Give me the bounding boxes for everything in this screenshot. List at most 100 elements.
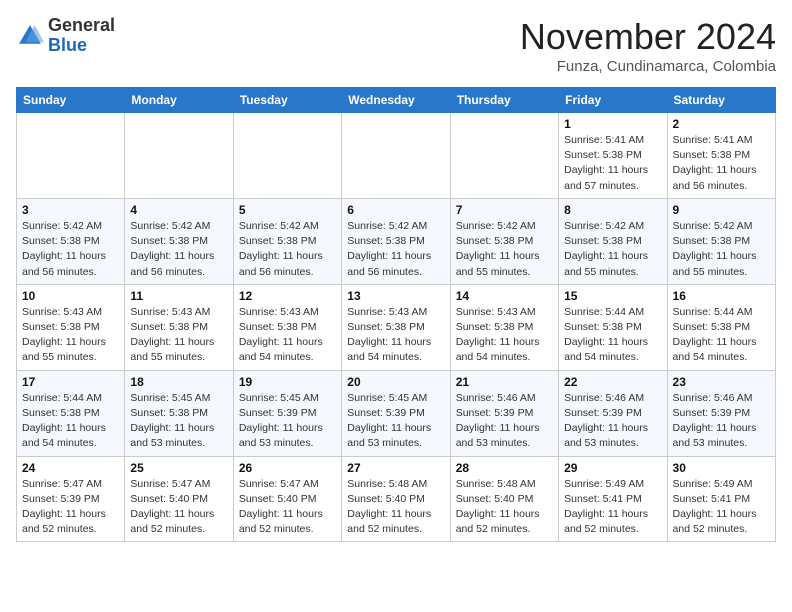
day-info: Sunrise: 5:42 AMSunset: 5:38 PMDaylight:… [564, 219, 661, 280]
day-number: 14 [456, 289, 553, 303]
day-info: Sunrise: 5:41 AMSunset: 5:38 PMDaylight:… [564, 133, 661, 194]
calendar-body: 1Sunrise: 5:41 AMSunset: 5:38 PMDaylight… [17, 113, 776, 542]
weekday-header-cell: Wednesday [342, 88, 450, 113]
day-info: Sunrise: 5:45 AMSunset: 5:39 PMDaylight:… [347, 391, 444, 452]
day-info: Sunrise: 5:47 AMSunset: 5:39 PMDaylight:… [22, 477, 119, 538]
calendar-cell: 13 Sunrise: 5:43 AMSunset: 5:38 PMDayligh… [342, 284, 450, 370]
day-info: Sunrise: 5:48 AMSunset: 5:40 PMDaylight:… [347, 477, 444, 538]
calendar-cell: 28Sunrise: 5:48 AMSunset: 5:40 PMDayligh… [450, 456, 558, 542]
day-number: 29 [564, 461, 661, 475]
location: Funza, Cundinamarca, Colombia [520, 58, 776, 75]
day-info: Sunrise: 5:43 AMSunset: 5:38 PMDaylight:… [347, 305, 444, 366]
calendar-cell: 11Sunrise: 5:43 AMSunset: 5:38 PMDayligh… [125, 284, 233, 370]
calendar-cell: 29 Sunrise: 5:49 AMSunset: 5:41 PMDayligh… [559, 456, 667, 542]
weekday-header-cell: Saturday [667, 88, 775, 113]
day-number: 30 [673, 461, 770, 475]
calendar-cell: 2Sunrise: 5:41 AMSunset: 5:38 PMDaylight… [667, 113, 775, 199]
calendar-cell: 10 Sunrise: 5:43 AMSunset: 5:38 PMDayligh… [17, 284, 125, 370]
calendar-cell: 12Sunrise: 5:43 AMSunset: 5:38 PMDayligh… [233, 284, 341, 370]
calendar-cell: 7 Sunrise: 5:42 AMSunset: 5:38 PMDaylight… [450, 198, 558, 284]
weekday-header-cell: Sunday [17, 88, 125, 113]
day-number: 4 [130, 203, 227, 217]
calendar-cell: 18 Sunrise: 5:45 AMSunset: 5:38 PMDayligh… [125, 370, 233, 456]
calendar-cell: 9 Sunrise: 5:42 AMSunset: 5:38 PMDaylight… [667, 198, 775, 284]
logo-text: General Blue [48, 16, 115, 56]
day-info: Sunrise: 5:43 AMSunset: 5:38 PMDaylight:… [22, 305, 119, 366]
calendar-cell: 14 Sunrise: 5:43 AMSunset: 5:38 PMDayligh… [450, 284, 558, 370]
day-info: Sunrise: 5:44 AMSunset: 5:38 PMDaylight:… [564, 305, 661, 366]
day-number: 12 [239, 289, 336, 303]
day-info: Sunrise: 5:49 AMSunset: 5:41 PMDaylight:… [564, 477, 661, 538]
calendar-cell: 4 Sunrise: 5:42 AMSunset: 5:38 PMDaylight… [125, 198, 233, 284]
calendar-cell: 19Sunrise: 5:45 AMSunset: 5:39 PMDayligh… [233, 370, 341, 456]
calendar-cell [450, 113, 558, 199]
weekday-header-cell: Friday [559, 88, 667, 113]
day-info: Sunrise: 5:47 AMSunset: 5:40 PMDaylight:… [130, 477, 227, 538]
logo: General Blue [16, 16, 115, 56]
day-number: 21 [456, 375, 553, 389]
day-number: 5 [239, 203, 336, 217]
calendar-week-row: 3 Sunrise: 5:42 AMSunset: 5:38 PMDaylight… [17, 198, 776, 284]
day-info: Sunrise: 5:44 AMSunset: 5:38 PMDaylight:… [22, 391, 119, 452]
calendar-cell: 26 Sunrise: 5:47 AMSunset: 5:40 PMDayligh… [233, 456, 341, 542]
calendar-cell: 25Sunrise: 5:47 AMSunset: 5:40 PMDayligh… [125, 456, 233, 542]
calendar-cell: 21 Sunrise: 5:46 AMSunset: 5:39 PMDayligh… [450, 370, 558, 456]
day-number: 6 [347, 203, 444, 217]
day-number: 10 [22, 289, 119, 303]
calendar-cell: 22Sunrise: 5:46 AMSunset: 5:39 PMDayligh… [559, 370, 667, 456]
calendar-cell: 20 Sunrise: 5:45 AMSunset: 5:39 PMDayligh… [342, 370, 450, 456]
calendar-cell: 27Sunrise: 5:48 AMSunset: 5:40 PMDayligh… [342, 456, 450, 542]
calendar-cell [125, 113, 233, 199]
day-info: Sunrise: 5:47 AMSunset: 5:40 PMDaylight:… [239, 477, 336, 538]
day-number: 9 [673, 203, 770, 217]
calendar-cell: 24 Sunrise: 5:47 AMSunset: 5:39 PMDayligh… [17, 456, 125, 542]
day-info: Sunrise: 5:42 AMSunset: 5:38 PMDaylight:… [673, 219, 770, 280]
calendar-cell [342, 113, 450, 199]
day-info: Sunrise: 5:42 AMSunset: 5:38 PMDaylight:… [130, 219, 227, 280]
day-info: Sunrise: 5:42 AMSunset: 5:38 PMDaylight:… [347, 219, 444, 280]
logo-icon [16, 22, 44, 50]
day-number: 20 [347, 375, 444, 389]
month-title: November 2024 [520, 16, 776, 58]
page-header: General Blue November 2024 Funza, Cundin… [16, 16, 776, 75]
day-info: Sunrise: 5:49 AMSunset: 5:41 PMDaylight:… [673, 477, 770, 538]
calendar-week-row: 17Sunrise: 5:44 AMSunset: 5:38 PMDayligh… [17, 370, 776, 456]
day-info: Sunrise: 5:46 AMSunset: 5:39 PMDaylight:… [673, 391, 770, 452]
calendar-cell [17, 113, 125, 199]
calendar-cell: 3Sunrise: 5:42 AMSunset: 5:38 PMDaylight… [17, 198, 125, 284]
day-info: Sunrise: 5:42 AMSunset: 5:38 PMDaylight:… [239, 219, 336, 280]
day-info: Sunrise: 5:42 AMSunset: 5:38 PMDaylight:… [456, 219, 553, 280]
calendar-cell: 30 Sunrise: 5:49 AMSunset: 5:41 PMDayligh… [667, 456, 775, 542]
day-number: 24 [22, 461, 119, 475]
calendar: SundayMondayTuesdayWednesdayThursdayFrid… [16, 87, 776, 542]
weekday-header-row: SundayMondayTuesdayWednesdayThursdayFrid… [17, 88, 776, 113]
day-number: 16 [673, 289, 770, 303]
calendar-week-row: 1Sunrise: 5:41 AMSunset: 5:38 PMDaylight… [17, 113, 776, 199]
day-info: Sunrise: 5:48 AMSunset: 5:40 PMDaylight:… [456, 477, 553, 538]
weekday-header-cell: Tuesday [233, 88, 341, 113]
calendar-cell: 23 Sunrise: 5:46 AMSunset: 5:39 PMDayligh… [667, 370, 775, 456]
day-number: 18 [130, 375, 227, 389]
day-number: 7 [456, 203, 553, 217]
calendar-cell: 15 Sunrise: 5:44 AMSunset: 5:38 PMDayligh… [559, 284, 667, 370]
calendar-week-row: 10 Sunrise: 5:43 AMSunset: 5:38 PMDayligh… [17, 284, 776, 370]
calendar-cell: 5 Sunrise: 5:42 AMSunset: 5:38 PMDaylight… [233, 198, 341, 284]
day-number: 13 [347, 289, 444, 303]
calendar-cell: 16 Sunrise: 5:44 AMSunset: 5:38 PMDayligh… [667, 284, 775, 370]
day-info: Sunrise: 5:44 AMSunset: 5:38 PMDaylight:… [673, 305, 770, 366]
weekday-header-cell: Thursday [450, 88, 558, 113]
day-number: 23 [673, 375, 770, 389]
day-info: Sunrise: 5:45 AMSunset: 5:38 PMDaylight:… [130, 391, 227, 452]
day-info: Sunrise: 5:43 AMSunset: 5:38 PMDaylight:… [456, 305, 553, 366]
day-info: Sunrise: 5:46 AMSunset: 5:39 PMDaylight:… [456, 391, 553, 452]
day-number: 26 [239, 461, 336, 475]
day-number: 3 [22, 203, 119, 217]
day-info: Sunrise: 5:41 AMSunset: 5:38 PMDaylight:… [673, 133, 770, 194]
title-block: November 2024 Funza, Cundinamarca, Colom… [520, 16, 776, 75]
day-number: 15 [564, 289, 661, 303]
calendar-cell: 1Sunrise: 5:41 AMSunset: 5:38 PMDaylight… [559, 113, 667, 199]
calendar-cell: 6 Sunrise: 5:42 AMSunset: 5:38 PMDaylight… [342, 198, 450, 284]
calendar-week-row: 24 Sunrise: 5:47 AMSunset: 5:39 PMDayligh… [17, 456, 776, 542]
calendar-cell: 17Sunrise: 5:44 AMSunset: 5:38 PMDayligh… [17, 370, 125, 456]
day-number: 11 [130, 289, 227, 303]
